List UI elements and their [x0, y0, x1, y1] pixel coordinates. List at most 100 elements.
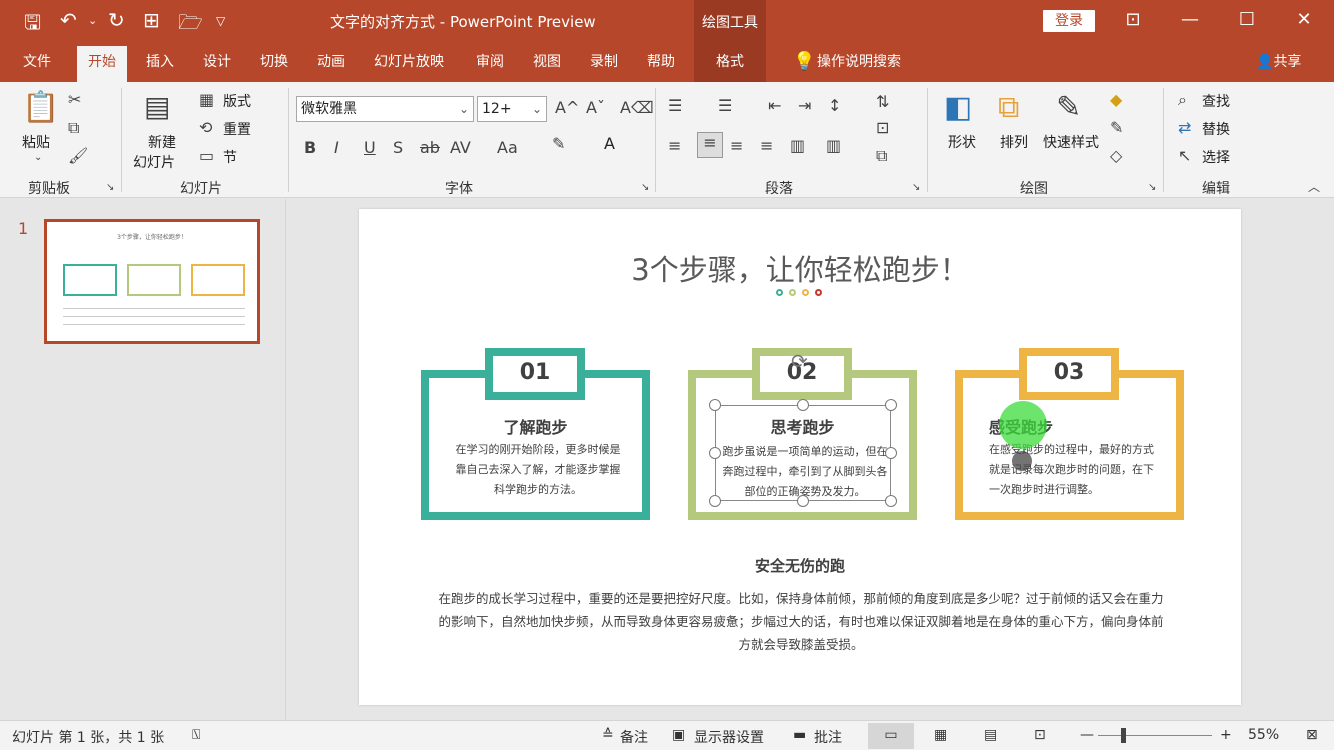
- align-text-icon[interactable]: ⊡: [876, 118, 889, 137]
- section-icon[interactable]: ▭: [199, 146, 214, 165]
- arrange-icon[interactable]: ⧉: [998, 90, 1019, 125]
- tell-me-search[interactable]: 操作说明搜索: [806, 42, 912, 82]
- shape-effects-icon[interactable]: ◇: [1110, 146, 1122, 165]
- clear-formatting-icon[interactable]: A⌫: [620, 98, 654, 117]
- increase-indent-icon[interactable]: ⇥: [798, 96, 811, 115]
- slide-sorter-icon[interactable]: ▦: [934, 727, 947, 743]
- paragraph-launcher-icon[interactable]: ↘: [912, 182, 920, 193]
- highlight-icon[interactable]: ✎: [552, 134, 565, 153]
- align-right-icon[interactable]: ≡: [730, 136, 743, 155]
- paste-icon[interactable]: 📋: [22, 90, 59, 125]
- underline-icon[interactable]: U: [364, 138, 376, 157]
- tab-slideshow[interactable]: 幻灯片放映: [363, 42, 455, 82]
- line-spacing-icon[interactable]: ↕: [828, 96, 841, 115]
- align-left-icon[interactable]: ≡: [668, 136, 681, 155]
- slide-title[interactable]: 3个步骤，让你轻松跑步！: [359, 247, 1241, 289]
- notes-button[interactable]: 备注: [620, 727, 648, 747]
- numbering-icon[interactable]: ☰: [718, 96, 732, 115]
- shrink-font-icon[interactable]: Aˇ: [586, 98, 605, 117]
- font-name-combo[interactable]: 微软雅黑 ⌄: [296, 96, 474, 122]
- replace-icon[interactable]: ⇄: [1178, 118, 1191, 137]
- tab-insert[interactable]: 插入: [135, 42, 185, 82]
- replace-button[interactable]: 替换: [1202, 119, 1230, 139]
- new-slide-label-1[interactable]: 新建: [148, 132, 176, 152]
- save-icon[interactable]: 🖫: [24, 8, 41, 42]
- change-case-icon[interactable]: Aa: [497, 138, 518, 157]
- format-painter-icon[interactable]: 🖌: [68, 146, 88, 165]
- zoom-out-icon[interactable]: —: [1080, 727, 1094, 743]
- fit-slide-icon[interactable]: ⊠: [1306, 727, 1318, 743]
- tab-review[interactable]: 审阅: [465, 42, 515, 82]
- reset-icon[interactable]: ⟲: [199, 118, 212, 137]
- character-spacing-icon[interactable]: AV: [450, 138, 471, 157]
- font-color-icon[interactable]: A: [604, 134, 615, 153]
- convert-smartart-icon[interactable]: ⧉: [876, 146, 887, 166]
- bold-icon[interactable]: B: [304, 138, 316, 157]
- notes-icon[interactable]: ≙: [602, 727, 614, 743]
- layout-button[interactable]: 版式: [223, 91, 251, 111]
- customize-qat-icon[interactable]: ▽: [216, 14, 225, 28]
- slide-thumbnail[interactable]: 3个步骤，让你轻松跑步！: [44, 219, 260, 344]
- new-slide-label-2[interactable]: 幻灯片: [133, 152, 175, 172]
- italic-icon[interactable]: I: [334, 138, 339, 157]
- text-direction-icon[interactable]: ⇅: [876, 92, 889, 111]
- resize-handle[interactable]: [885, 495, 897, 507]
- undo-dropdown-icon[interactable]: ⌄: [88, 14, 97, 27]
- resize-handle[interactable]: [709, 447, 721, 459]
- rotate-handle-icon[interactable]: ⟳: [791, 349, 808, 373]
- open-folder-icon[interactable]: 🗁: [178, 8, 203, 42]
- zoom-in-icon[interactable]: +: [1220, 727, 1232, 743]
- spellcheck-icon[interactable]: ⍂: [192, 727, 200, 743]
- copy-icon[interactable]: ⧉: [68, 118, 79, 138]
- step-card-3[interactable]: 03 感受跑步 在感受跑步的过程中，最好的方式就是记录每次跑步时的问题，在下一次…: [955, 348, 1184, 520]
- slideshow-view-icon[interactable]: ⊡: [1034, 727, 1046, 743]
- section-button[interactable]: 节: [223, 147, 237, 167]
- font-size-combo[interactable]: 12+ ⌄: [477, 96, 547, 122]
- collapse-ribbon-icon[interactable]: ︿: [1308, 178, 1320, 195]
- tab-record[interactable]: 录制: [579, 42, 629, 82]
- step-card-1[interactable]: 01 了解跑步 在学习的刚开始阶段，更多时候是靠自己去深入了解，才能逐步掌握科学…: [421, 348, 650, 520]
- resize-handle[interactable]: [885, 399, 897, 411]
- font-launcher-icon[interactable]: ↘: [641, 182, 649, 193]
- comments-button[interactable]: 批注: [814, 727, 842, 747]
- distributed-icon[interactable]: ▥: [790, 136, 805, 155]
- minimize-icon[interactable]: —: [1170, 6, 1210, 34]
- redo-icon[interactable]: ↻: [108, 8, 125, 32]
- tab-file[interactable]: 文件: [12, 42, 62, 82]
- undo-icon[interactable]: ↶: [60, 8, 77, 32]
- justify-icon[interactable]: ≡: [760, 136, 773, 155]
- close-icon[interactable]: ✕: [1284, 6, 1324, 34]
- select-button[interactable]: 选择: [1202, 147, 1230, 167]
- select-icon[interactable]: ↖: [1178, 146, 1191, 165]
- share-button[interactable]: 👤共享: [1245, 42, 1312, 82]
- tab-animations[interactable]: 动画: [306, 42, 356, 82]
- shape-fill-icon[interactable]: ◆: [1110, 90, 1122, 109]
- resize-handle[interactable]: [885, 447, 897, 459]
- shapes-button[interactable]: 形状: [948, 132, 976, 152]
- resize-handle[interactable]: [709, 399, 721, 411]
- zoom-level[interactable]: 55%: [1248, 727, 1279, 743]
- clipboard-launcher-icon[interactable]: ↘: [106, 182, 114, 193]
- resize-handle[interactable]: [797, 495, 809, 507]
- resize-handle[interactable]: [709, 495, 721, 507]
- section-paragraph[interactable]: 在跑步的成长学习过程中，重要的还是要把控好尺度。比如，保持身体前倾，那前倾的角度…: [433, 587, 1169, 656]
- display-settings-button[interactable]: 显示器设置: [694, 727, 764, 747]
- zoom-slider-thumb[interactable]: [1121, 728, 1126, 743]
- tab-home[interactable]: 开始: [77, 46, 127, 82]
- shapes-icon[interactable]: ◧: [944, 90, 972, 125]
- maximize-icon[interactable]: ☐: [1227, 6, 1267, 34]
- cut-icon[interactable]: ✂: [68, 90, 81, 109]
- tab-transitions[interactable]: 切换: [249, 42, 299, 82]
- zoom-slider-track[interactable]: [1098, 735, 1212, 736]
- tab-design[interactable]: 设计: [192, 42, 242, 82]
- drawing-launcher-icon[interactable]: ↘: [1148, 182, 1156, 193]
- find-button[interactable]: 查找: [1202, 91, 1230, 111]
- paste-button[interactable]: 粘贴: [22, 132, 50, 152]
- decrease-indent-icon[interactable]: ⇤: [768, 96, 781, 115]
- tab-help[interactable]: 帮助: [636, 42, 686, 82]
- tab-format[interactable]: 格式: [694, 42, 766, 82]
- paste-dropdown-icon[interactable]: ⌄: [34, 152, 42, 163]
- find-icon[interactable]: ⌕: [1178, 90, 1187, 110]
- tab-view[interactable]: 视图: [522, 42, 572, 82]
- text-shadow-icon[interactable]: S: [393, 138, 403, 157]
